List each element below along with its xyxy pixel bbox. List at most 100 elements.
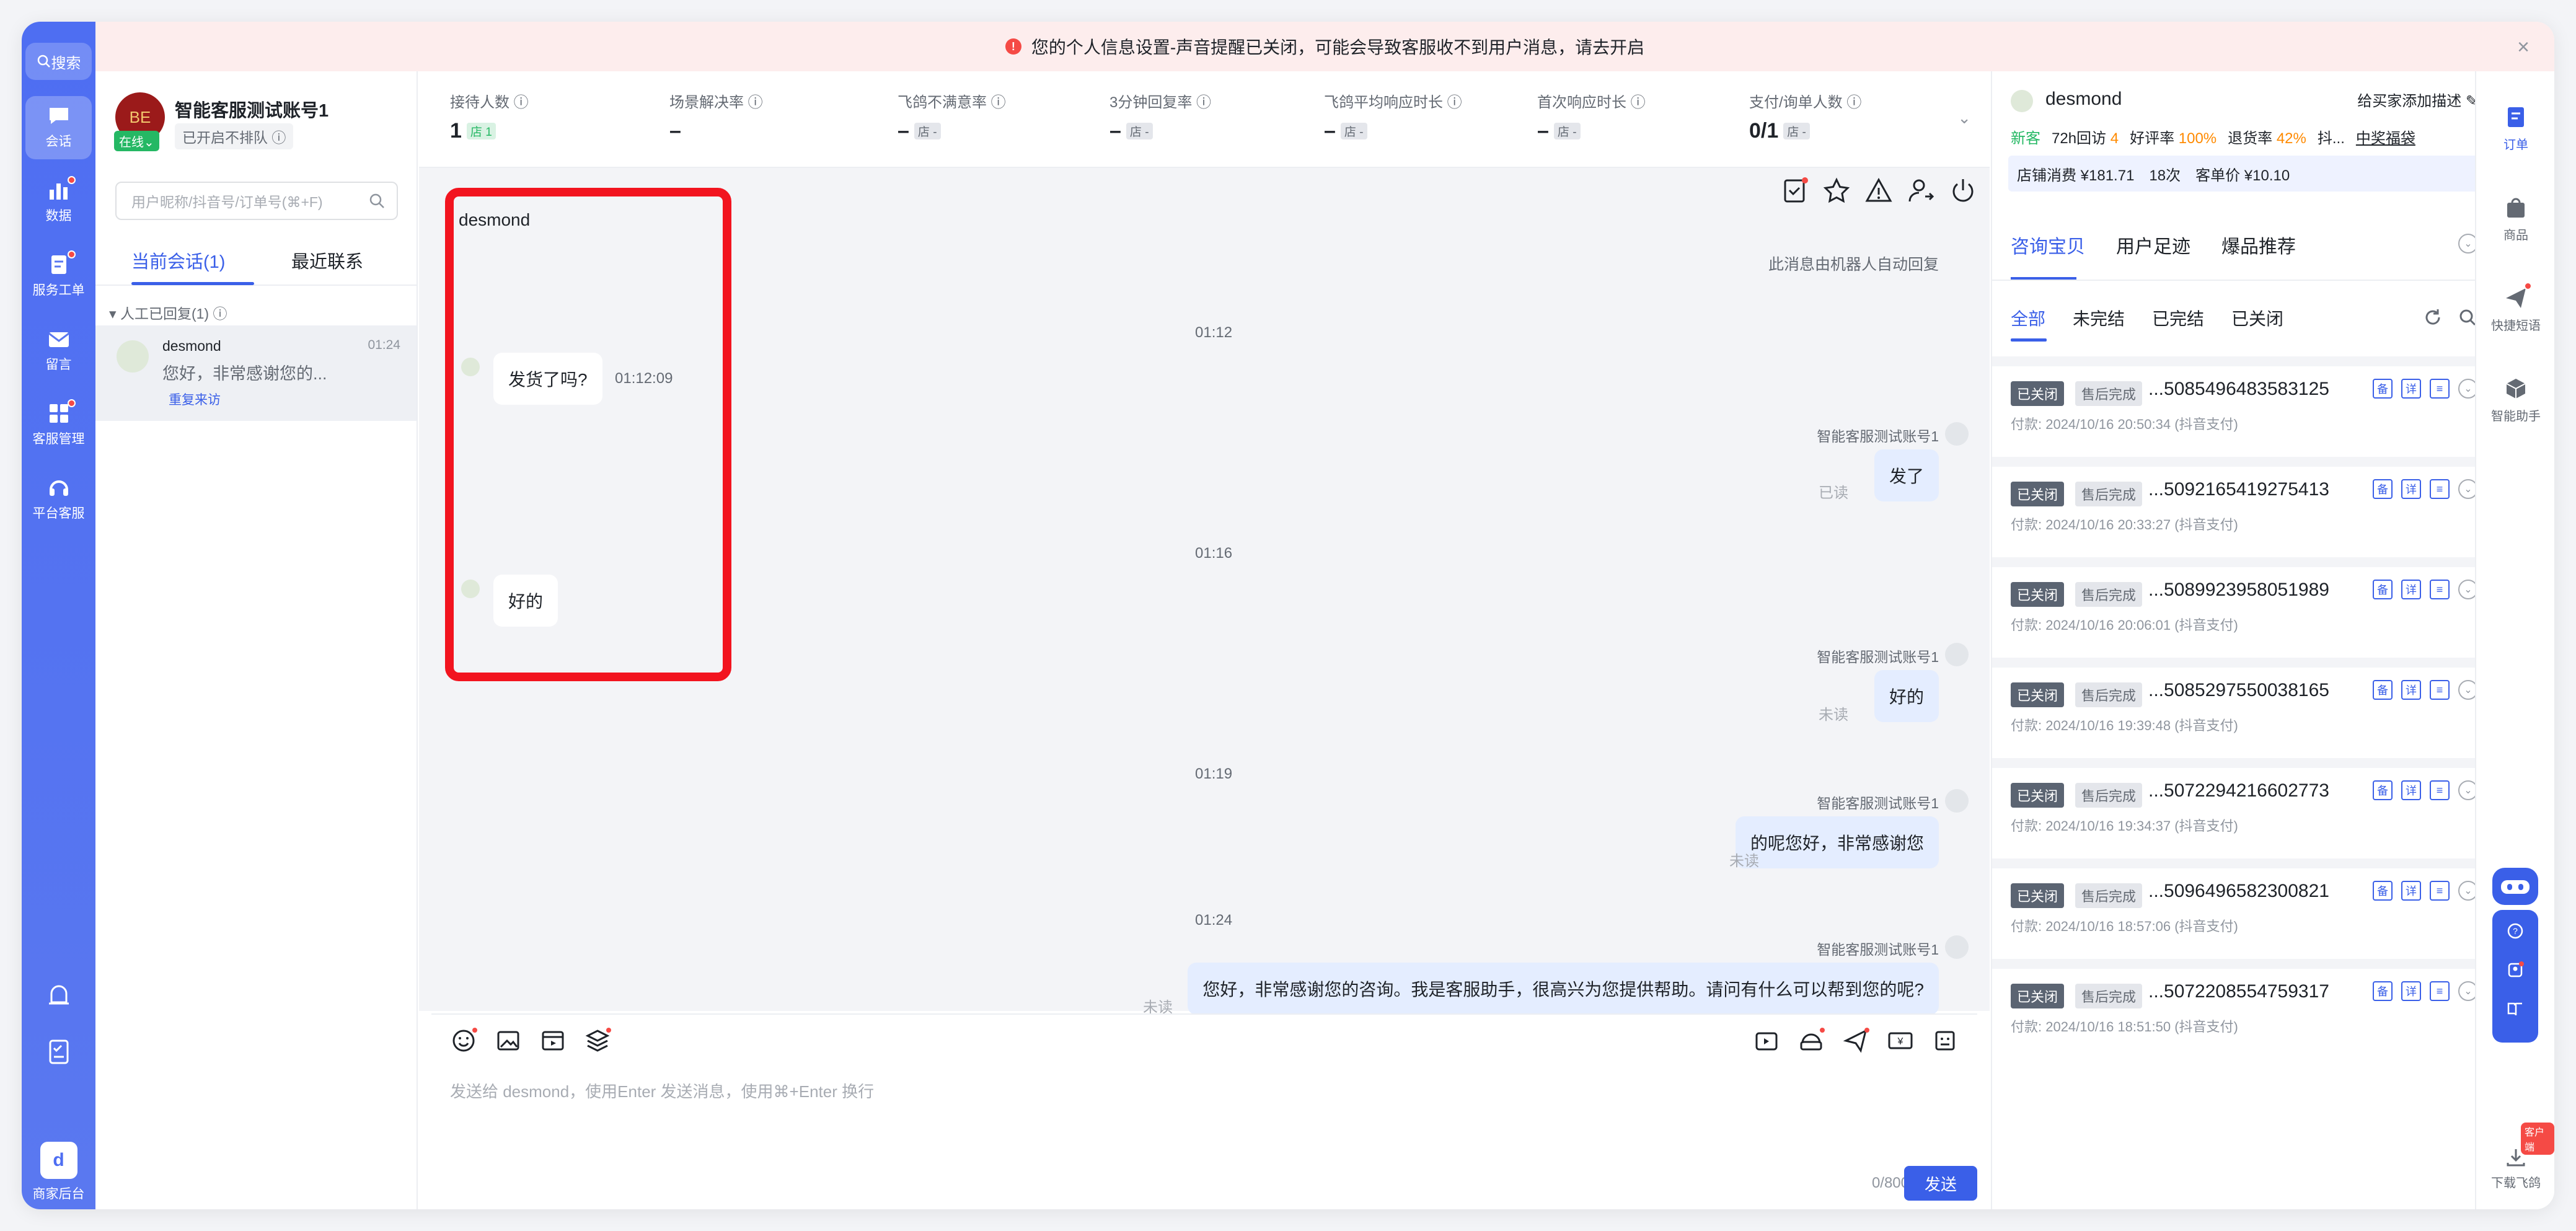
order-status-badge: 已关闭	[2011, 482, 2065, 506]
nav-item-data[interactable]: 数据	[25, 170, 92, 234]
stat-value: 0/1	[1749, 119, 1779, 143]
aftersale-badge: 售后完成	[2075, 482, 2143, 506]
note-icon[interactable]: 备	[2373, 881, 2393, 901]
mark-icon[interactable]	[1780, 177, 1809, 205]
detail-icon[interactable]: 详	[2401, 981, 2421, 1001]
order-card[interactable]: 已关闭 售后完成 ...5072208554759317 付款: 2024/10/16…	[1992, 959, 2497, 1052]
quick-reply-icon[interactable]	[1931, 1027, 1959, 1054]
detail-icon[interactable]: 详	[2401, 479, 2421, 499]
chat-toolbar	[1780, 177, 1977, 205]
note-icon[interactable]: 备	[2373, 981, 2393, 1001]
video-icon[interactable]	[1753, 1027, 1780, 1054]
detail-icon[interactable]: 详	[2401, 680, 2421, 700]
note-icon[interactable]: 备	[2373, 379, 2393, 399]
search-icon[interactable]	[2458, 308, 2477, 327]
detail-icon[interactable]: 详	[2401, 580, 2421, 599]
avatar	[1945, 789, 1969, 813]
outgoing-message: 发了	[1874, 449, 1939, 501]
transfer-user-icon[interactable]	[1907, 177, 1935, 205]
video-card-icon[interactable]	[539, 1027, 567, 1054]
merchant-backend-button[interactable]: d 商家后台	[22, 1135, 95, 1209]
star-icon[interactable]	[1822, 177, 1851, 205]
copy-icon[interactable]: ≡	[2430, 680, 2450, 700]
order-card[interactable]: 已关闭 售后完成 ...5096496582300821 付款: 2024/10/16…	[1992, 858, 2497, 951]
coupon-icon[interactable]: ¥	[1887, 1027, 1914, 1054]
tab-recent-contacts[interactable]: 最近联系	[291, 247, 363, 273]
online-status-toggle[interactable]: 在线⌄	[114, 131, 159, 151]
tool-label: 订单	[2503, 138, 2528, 152]
order-card[interactable]: 已关闭 售后完成 ...5072294216602773 付款: 2024/10/16…	[1992, 758, 2497, 851]
tool-orders[interactable]: 订单	[2476, 105, 2554, 152]
copy-icon[interactable]: ≡	[2430, 981, 2450, 1001]
copy-icon[interactable]: ≡	[2430, 881, 2450, 901]
note-icon[interactable]: 备	[2373, 780, 2393, 800]
checklist-icon[interactable]	[45, 1038, 73, 1066]
send-icon	[2506, 288, 2526, 308]
award-link[interactable]: 中奖福袋	[2356, 126, 2415, 148]
emoji-icon[interactable]	[450, 1027, 477, 1054]
conversation-item[interactable]: desmond 01:24 您好，非常感谢您的... 重复来访	[95, 325, 417, 421]
nav-search-button[interactable]: 搜索	[25, 43, 92, 80]
note-icon[interactable]: 备	[2373, 479, 2393, 499]
image-icon[interactable]	[495, 1027, 522, 1054]
send-button[interactable]: 发送	[1904, 1166, 1977, 1201]
add-description-button[interactable]: 给买家添加描述 ✎	[2357, 89, 2478, 110]
contact-icon[interactable]	[2507, 961, 2524, 979]
detail-icon[interactable]: 详	[2401, 780, 2421, 800]
nav-item-agent-management[interactable]: 客服管理	[25, 394, 92, 457]
help-icon[interactable]: ?	[2507, 922, 2524, 940]
tools-nav: 订单 商品 快捷短语 智能助手 ? 下载飞鸽 客户端	[2475, 71, 2554, 1209]
send-link-icon[interactable]	[1842, 1027, 1869, 1054]
refresh-icon[interactable]	[2424, 308, 2442, 327]
copy-icon[interactable]: ≡	[2430, 580, 2450, 599]
order-status-badge: 已关闭	[2011, 984, 2065, 1008]
online-label: 在线	[119, 136, 144, 149]
filter-all[interactable]: 全部	[2011, 306, 2045, 330]
message-input[interactable]: 发送给 desmond，使用Enter 发送消息，使用⌘+Enter 换行	[450, 1079, 874, 1102]
order-card[interactable]: 已关闭 售后完成 ...5085496483583125 付款: 2024/10/16…	[1992, 356, 2497, 449]
refund-rate-label: 退货率	[2228, 130, 2273, 147]
copy-icon[interactable]: ≡	[2430, 780, 2450, 800]
order-card[interactable]: 已关闭 售后完成 ...5085297550038165 付款: 2024/10/16…	[1992, 658, 2497, 751]
detail-icon[interactable]: 详	[2401, 881, 2421, 901]
tab-consulted-items[interactable]: 咨询宝贝	[2011, 231, 2085, 258]
tool-smart-assistant[interactable]: 智能助手	[2476, 376, 2554, 424]
note-icon[interactable]: 备	[2373, 680, 2393, 700]
tool-products[interactable]: 商品	[2476, 195, 2554, 243]
tab-current-conversations[interactable]: 当前会话(1)	[131, 247, 225, 273]
expand-stats-icon[interactable]: ⌄	[1957, 108, 1971, 128]
power-icon[interactable]	[1949, 177, 1977, 205]
service-icon[interactable]	[1797, 1027, 1825, 1054]
nav-item-chat[interactable]: 会话	[25, 96, 92, 159]
conversation-panel: BE 在线⌄ 智能客服测试账号1 已开启不排队 ⓘ 用户昵称/抖音号/订单号(⌘…	[95, 71, 418, 1209]
order-card[interactable]: 已关闭 售后完成 ...5089923958051989 付款: 2024/10/16…	[1992, 557, 2497, 650]
filter-closed[interactable]: 已关闭	[2231, 306, 2283, 330]
nav-item-platform-service[interactable]: 平台客服	[25, 468, 92, 531]
assistant-widget[interactable]: ?	[2492, 868, 2538, 1043]
search-input[interactable]: 用户昵称/抖音号/订单号(⌘+F)	[115, 182, 398, 220]
close-icon[interactable]: ×	[2517, 35, 2530, 60]
conversation-name: desmond	[162, 338, 221, 354]
tab-hot-products[interactable]: 爆品推荐	[2221, 231, 2296, 258]
tool-label: 智能助手	[2491, 410, 2541, 423]
order-payment-time: 付款: 2024/10/16 18:51:50 (抖音支付)	[2011, 1019, 2238, 1035]
tool-quick-phrases[interactable]: 快捷短语	[2476, 282, 2554, 333]
order-card[interactable]: 已关闭 售后完成 ...5092165419275413 付款: 2024/10/16…	[1992, 457, 2497, 550]
nav-item-tickets[interactable]: 服务工单	[25, 245, 92, 308]
group-header[interactable]: ▾ 人工已回复(1) ⓘ	[109, 302, 227, 323]
tab-user-footprint[interactable]: 用户足迹	[2116, 231, 2190, 258]
note-icon[interactable]: 备	[2373, 580, 2393, 599]
book-icon[interactable]	[2507, 1000, 2524, 1018]
bag-icon	[2507, 198, 2525, 218]
filter-open[interactable]: 未完结	[2073, 306, 2125, 330]
new-customer-tag: 新客	[2011, 130, 2040, 147]
detail-icon[interactable]: 详	[2401, 379, 2421, 399]
filter-completed[interactable]: 已完结	[2152, 306, 2204, 330]
alarm-icon[interactable]	[45, 980, 73, 1007]
warning-icon[interactable]	[1864, 177, 1893, 205]
nav-item-messages[interactable]: 留言	[25, 319, 92, 382]
active-filter-indicator	[2011, 338, 2047, 342]
copy-icon[interactable]: ≡	[2430, 479, 2450, 499]
copy-icon[interactable]: ≡	[2430, 379, 2450, 399]
layers-icon[interactable]	[584, 1027, 611, 1054]
